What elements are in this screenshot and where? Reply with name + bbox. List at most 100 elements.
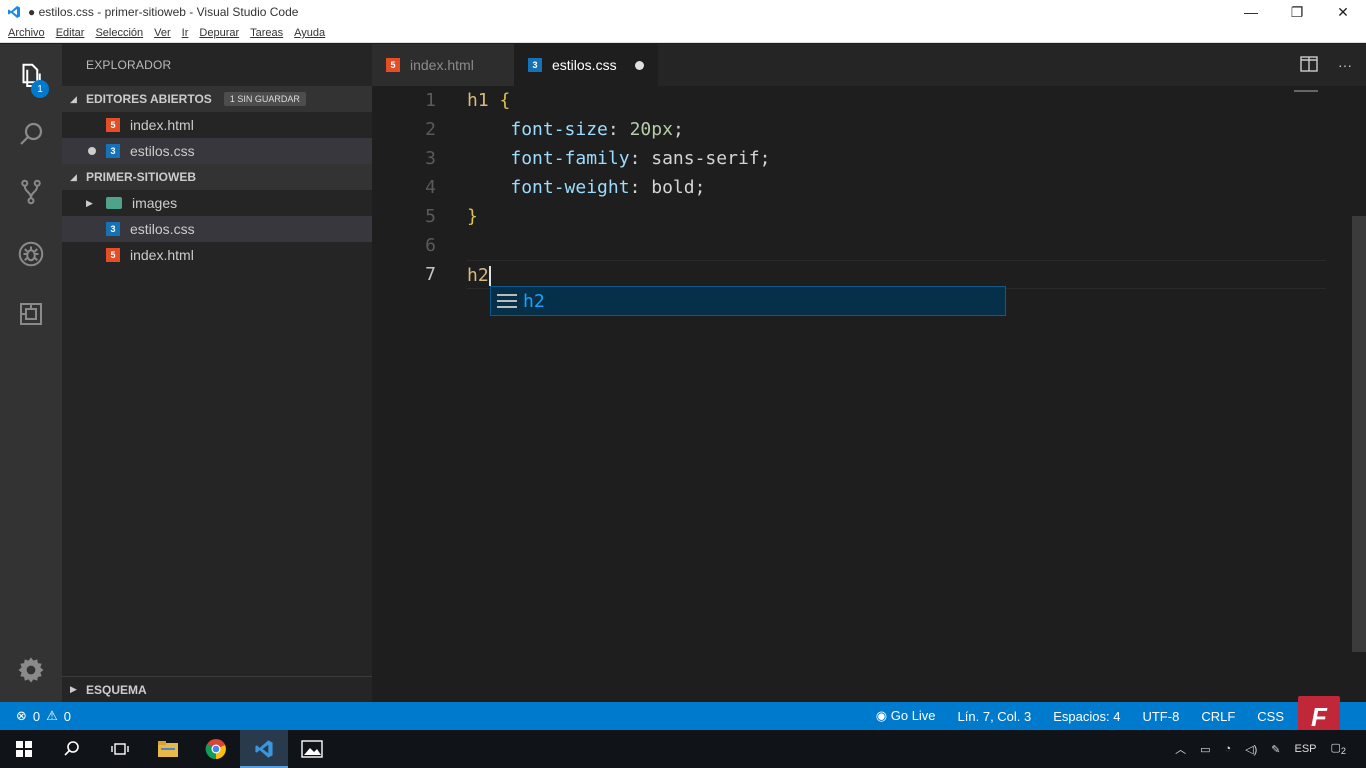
open-editor-label: estilos.css [130, 143, 195, 159]
collapsed-triangle-icon: ▶ [70, 684, 77, 694]
tree-item-images[interactable]: ▶ images [62, 190, 372, 216]
menu-ir[interactable]: Ir [182, 27, 189, 39]
css-property: font-weight [510, 177, 630, 198]
line-number: 7 [425, 264, 436, 285]
network-icon[interactable]: ◔ [1224, 743, 1231, 755]
more-actions-icon[interactable]: ··· [1338, 57, 1352, 73]
windows-taskbar: ︿ ▭ ◔ ◁) ✎ ESP ▢2 [0, 730, 1366, 768]
suggestion-label: h2 [523, 290, 545, 312]
warning-icon: ⚠ [46, 708, 58, 723]
chrome-icon[interactable] [192, 730, 240, 768]
text-cursor [488, 266, 491, 286]
notification-count: 2 [1340, 746, 1346, 757]
go-live-button[interactable]: ◉ Go Live [876, 708, 936, 724]
error-count: 0 [32, 708, 41, 724]
line-number: 6 [425, 235, 436, 256]
tab-index-html[interactable]: 5 index.html [372, 44, 514, 86]
chevron-up-icon[interactable]: ︿ [1175, 741, 1186, 757]
maximize-button[interactable]: ❐ [1274, 0, 1320, 24]
line-number-gutter: 1 2 3 4 5 6 7 [372, 86, 444, 289]
windows-start-icon[interactable] [0, 730, 48, 768]
css-number: 20px [629, 119, 673, 140]
sidebar-title: EXPLORADOR [86, 58, 172, 72]
open-editor-item-index[interactable]: 5 index.html [62, 112, 372, 138]
tab-estilos-css[interactable]: 3 estilos.css [514, 44, 658, 86]
code-text: : sans-serif; [629, 148, 771, 169]
line-ending[interactable]: CRLF [1201, 709, 1235, 724]
line-number: 3 [425, 148, 436, 169]
problems-indicator[interactable]: ⊗ 0 ⚠ 0 [0, 708, 71, 724]
unsaved-dot-icon[interactable] [635, 60, 644, 70]
menu-ver[interactable]: Ver [154, 27, 171, 39]
broadcast-icon: ◉ [875, 708, 891, 723]
tree-item-estilos[interactable]: 3 estilos.css [62, 216, 372, 242]
menu-ayuda[interactable]: Ayuda [294, 27, 325, 39]
menu-archivo[interactable]: Archivo [8, 27, 45, 39]
code-text: : bold; [629, 177, 706, 198]
menu-tareas[interactable]: Tareas [250, 27, 283, 39]
explorer-sidebar: EXPLORADOR ◢ EDITORES ABIERTOS 1 SIN GUA… [62, 44, 372, 702]
language-indicator[interactable]: ESP [1294, 743, 1316, 755]
battery-icon[interactable]: ▭ [1200, 743, 1210, 756]
line-number: 4 [425, 177, 436, 198]
split-editor-icon[interactable] [1300, 55, 1318, 75]
extensions-icon[interactable] [0, 286, 62, 342]
expanded-triangle-icon: ◢ [70, 171, 77, 182]
code-line: h1 { [467, 86, 1326, 115]
close-button[interactable]: ✕ [1320, 0, 1366, 24]
task-view-icon[interactable] [96, 730, 144, 768]
vscode-taskbar-icon[interactable] [240, 730, 288, 768]
indentation[interactable]: Espacios: 4 [1053, 709, 1120, 724]
cursor-position[interactable]: Lín. 7, Col. 3 [958, 709, 1032, 724]
html-file-icon: 5 [386, 58, 400, 72]
debug-icon[interactable] [0, 226, 62, 282]
photos-icon[interactable] [288, 730, 336, 768]
volume-icon[interactable]: ◁) [1245, 743, 1257, 756]
minimap[interactable] [1294, 90, 1318, 92]
settings-icon[interactable] [0, 642, 62, 698]
project-header[interactable]: ◢ PRIMER-SITIOWEB [62, 164, 372, 190]
open-editor-item-estilos[interactable]: 3 estilos.css [62, 138, 372, 164]
unsaved-dot-icon [88, 147, 96, 155]
outline-header[interactable]: ▶ ESQUEMA [62, 676, 372, 702]
menu-depurar[interactable]: Depurar [199, 27, 239, 39]
css-property: font-size [510, 119, 608, 140]
code-line: } [467, 202, 1326, 231]
tree-item-label: images [132, 195, 178, 211]
watermark-letter: F [1311, 701, 1327, 732]
activity-bar: 1 [0, 44, 62, 702]
file-explorer-icon[interactable] [144, 730, 192, 768]
source-control-icon[interactable] [0, 164, 62, 220]
css-selector: h1 [467, 90, 489, 111]
unsaved-badge: 1 SIN GUARDAR [223, 92, 306, 106]
search-icon[interactable] [0, 106, 62, 162]
minimize-button[interactable]: — [1228, 0, 1274, 24]
explorer-badge: 1 [31, 80, 49, 98]
system-tray: ︿ ▭ ◔ ◁) ✎ ESP ▢2 [1175, 741, 1366, 757]
open-editors-label: EDITORES ABIERTOS [86, 92, 212, 106]
status-bar: ⊗ 0 ⚠ 0 ◉ Go Live Lín. 7, Col. 3 Espacio… [0, 702, 1366, 730]
autocomplete-suggestion[interactable]: h2 [490, 286, 1006, 316]
menu-editar[interactable]: Editar [56, 27, 85, 39]
code-editor[interactable]: 1 2 3 4 5 6 7 h1 { font-size: 20px; font… [372, 86, 1366, 702]
tab-label: estilos.css [552, 57, 617, 73]
vertical-scrollbar[interactable] [1352, 216, 1366, 652]
tree-item-index[interactable]: 5 index.html [62, 242, 372, 268]
notification-icon[interactable]: ▢2 [1331, 741, 1347, 756]
chevron-right-icon: ▶ [86, 197, 93, 208]
code-line: font-size: 20px; [467, 115, 1326, 144]
code-area[interactable]: h1 { font-size: 20px; font-family: sans-… [467, 86, 1326, 289]
line-number: 1 [425, 90, 436, 111]
encoding[interactable]: UTF-8 [1142, 709, 1179, 724]
pen-icon[interactable]: ✎ [1271, 743, 1280, 756]
language-mode[interactable]: CSS [1257, 709, 1284, 724]
vscode-logo-icon [6, 4, 22, 20]
title-bar: ● estilos.css - primer-sitioweb - Visual… [0, 0, 1366, 24]
folder-icon [106, 197, 122, 209]
search-icon[interactable] [48, 730, 96, 768]
css-selector: h2 [467, 265, 489, 286]
explorer-icon[interactable]: 1 [0, 48, 62, 104]
menu-seleccion[interactable]: Selección [95, 27, 143, 39]
open-editors-header[interactable]: ◢ EDITORES ABIERTOS 1 SIN GUARDAR [62, 86, 372, 112]
